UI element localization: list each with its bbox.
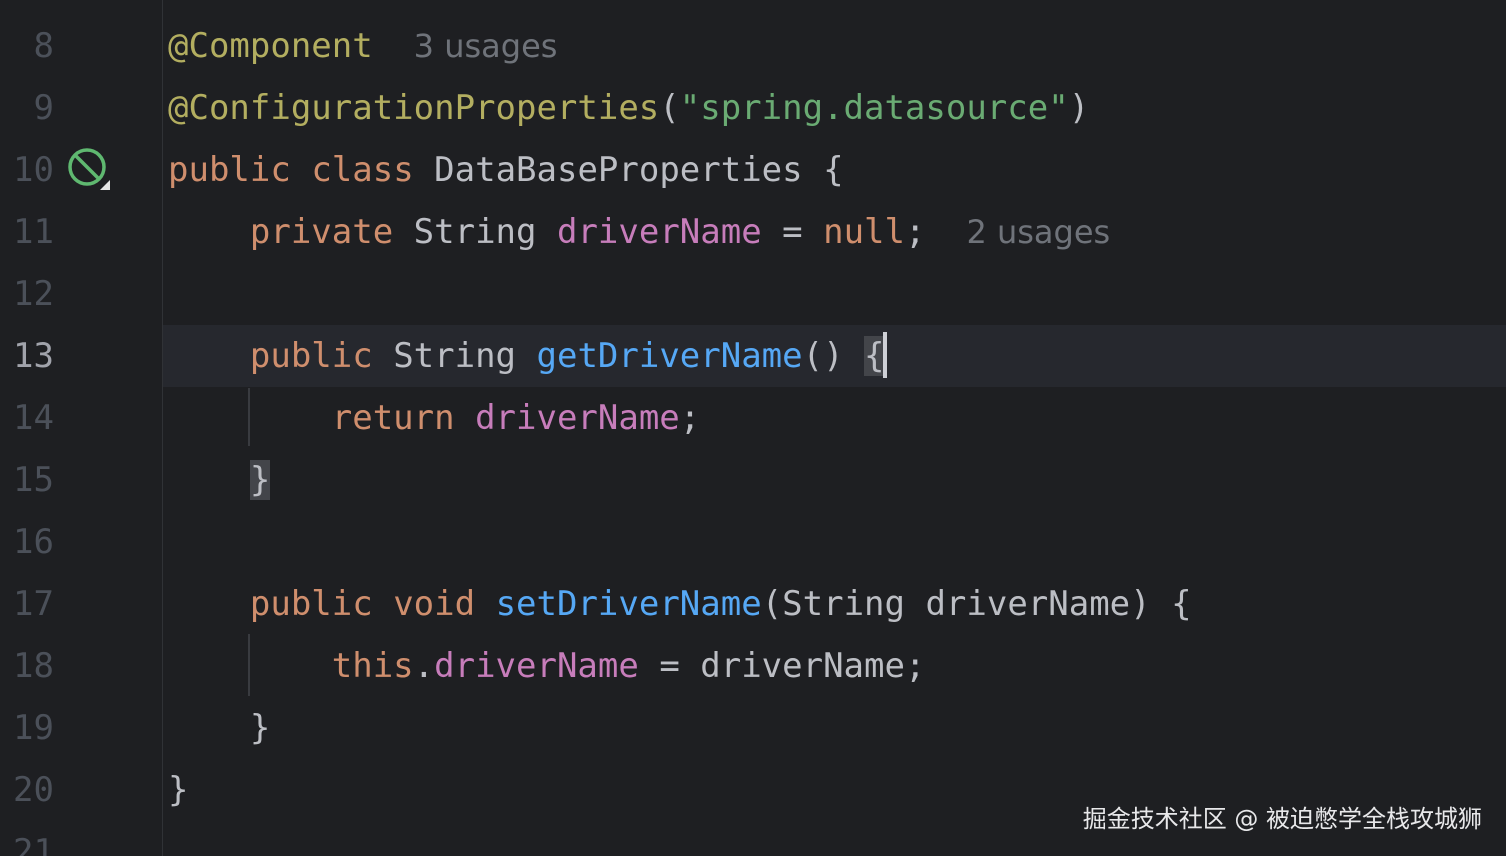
parameter-list: (String driverName) {	[761, 584, 1192, 624]
paren: (	[659, 88, 680, 128]
code-line-13[interactable]: public String getDriverName() {	[168, 325, 887, 387]
code-line-20[interactable]: }	[168, 759, 188, 821]
line-number-current: 13	[13, 336, 54, 376]
line-number: 11	[13, 212, 54, 252]
field-name: driverName	[434, 646, 639, 686]
keyword: private	[249, 212, 394, 252]
usages-hint[interactable]: 2 usages	[966, 213, 1110, 251]
gutter-divider	[162, 0, 163, 856]
spring-bean-disabled-icon[interactable]	[66, 146, 112, 192]
method-name: getDriverName	[536, 336, 803, 376]
code-line-18[interactable]: this.driverName = driverName;	[168, 635, 926, 697]
operator: =	[761, 212, 824, 252]
code-editor[interactable]: 8 9 10 11 12 13 14 15 16 17 18 19 20 21 …	[0, 0, 1506, 856]
code-line-9[interactable]: @ConfigurationProperties("spring.datasou…	[168, 77, 1089, 139]
closing-brace: }	[168, 770, 189, 810]
keyword: void	[393, 584, 476, 624]
semicolon: ;	[679, 398, 701, 438]
line-number: 19	[13, 708, 54, 748]
keyword: public	[249, 336, 373, 376]
keyword: return	[331, 398, 455, 438]
keyword: class	[311, 150, 414, 190]
watermark: 掘金技术社区 @ 被迫憋学全栈攻城狮	[1082, 805, 1482, 833]
keyword: public	[249, 584, 373, 624]
method-name: setDriverName	[495, 584, 762, 624]
semicolon: ;	[905, 212, 926, 252]
keyword: public	[168, 150, 291, 190]
code-line-17[interactable]: public void setDriverName(String driverN…	[168, 573, 1192, 635]
parens: ()	[802, 336, 865, 376]
type-name: String	[393, 336, 517, 376]
annotation: @ConfigurationProperties	[168, 88, 660, 128]
code-line-19[interactable]: }	[168, 697, 270, 759]
line-number: 17	[13, 584, 54, 624]
matched-brace: }	[249, 460, 271, 500]
closing-brace: }	[249, 708, 271, 748]
line-number: 12	[13, 274, 54, 314]
annotation: @Component	[168, 26, 373, 66]
text-caret	[882, 331, 887, 378]
class-name: DataBaseProperties {	[434, 150, 844, 190]
field-name: driverName	[475, 398, 680, 438]
string-literal: "spring.datasource"	[679, 88, 1069, 128]
paren: )	[1068, 88, 1090, 128]
keyword: null	[823, 212, 905, 252]
matched-brace: {	[864, 336, 885, 376]
code-line-14[interactable]: return driverName;	[168, 387, 701, 449]
line-number: 21	[13, 832, 54, 856]
line-number: 8	[33, 26, 54, 66]
code-line-11[interactable]: private String driverName = null; 2 usag…	[168, 201, 1110, 263]
line-number: 9	[33, 88, 54, 128]
line-number: 16	[13, 522, 54, 562]
line-number: 20	[13, 770, 54, 810]
code-line-15[interactable]: }	[168, 449, 271, 511]
line-number: 10	[13, 150, 54, 190]
usages-hint[interactable]: 3 usages	[414, 27, 558, 65]
line-number: 15	[13, 460, 54, 500]
code-line-8[interactable]: @Component 3 usages	[168, 15, 557, 77]
dot: .	[413, 646, 435, 686]
assignment: = driverName;	[638, 646, 926, 686]
field-name: driverName	[556, 212, 762, 252]
keyword: this	[331, 646, 414, 686]
code-line-10[interactable]: public class DataBaseProperties {	[168, 139, 844, 201]
type-name: String	[413, 212, 537, 252]
line-number: 14	[13, 398, 54, 438]
line-number-gutter[interactable]: 8 9 10 11 12 13 14 15 16 17 18 19 20 21	[0, 0, 162, 856]
line-number: 18	[13, 646, 54, 686]
